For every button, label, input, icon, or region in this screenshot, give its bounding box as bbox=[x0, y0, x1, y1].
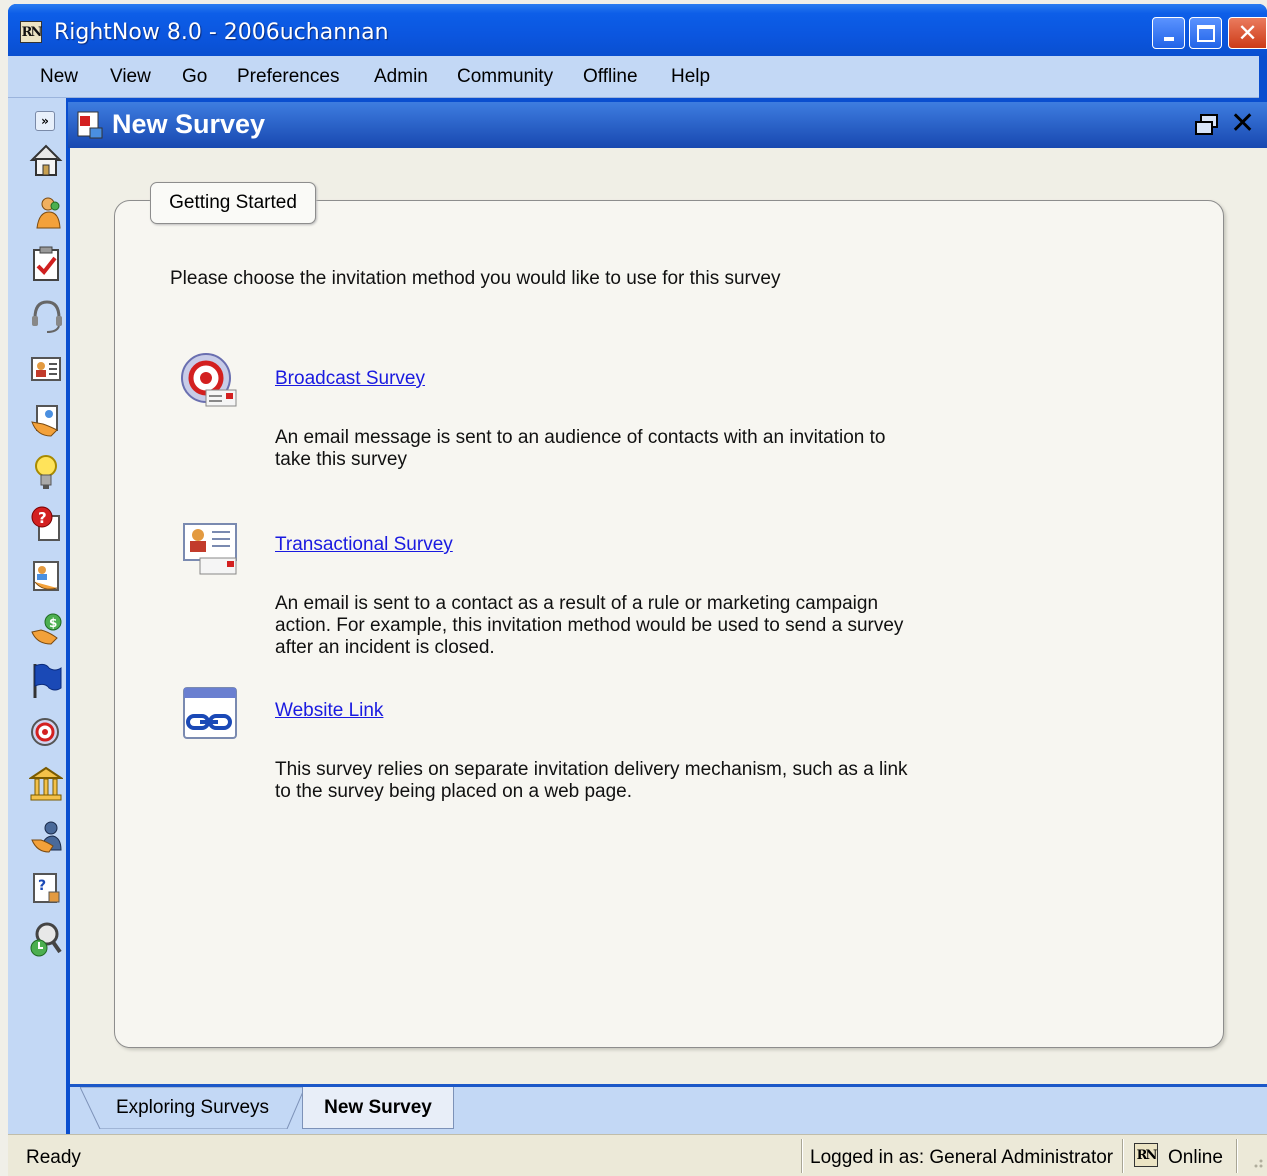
incidents-icon[interactable]: ? bbox=[29, 504, 63, 544]
transactional-survey-description: An email is sent to a contact as a resul… bbox=[275, 593, 904, 658]
contact-card-icon[interactable] bbox=[29, 348, 63, 388]
content-area: Getting Started Please choose the invita… bbox=[70, 148, 1267, 1084]
instructions-text: Please choose the invitation method you … bbox=[170, 268, 781, 289]
menu-help[interactable]: Help bbox=[671, 66, 710, 88]
broadcast-survey-icon bbox=[181, 353, 237, 407]
reports-search-icon[interactable] bbox=[29, 920, 63, 960]
sales-icon[interactable]: $ bbox=[29, 608, 63, 648]
status-separator bbox=[1122, 1139, 1124, 1173]
svg-text:$: $ bbox=[49, 616, 57, 630]
window-title: RightNow 8.0 - 2006uchannan bbox=[54, 20, 389, 45]
maximize-icon bbox=[1196, 24, 1215, 42]
home-icon[interactable] bbox=[29, 140, 63, 180]
broadcast-survey-description: An email message is sent to an audience … bbox=[275, 427, 886, 470]
maximize-button[interactable] bbox=[1189, 17, 1222, 49]
organizations-icon[interactable] bbox=[29, 556, 63, 596]
menu-bar: New View Go Preferences Admin Community … bbox=[8, 56, 1259, 98]
transactional-survey-link[interactable]: Transactional Survey bbox=[275, 534, 453, 556]
minimize-button[interactable] bbox=[1152, 17, 1185, 49]
status-login: Logged in as: General Administrator bbox=[810, 1147, 1114, 1168]
tab-new-survey[interactable]: New Survey bbox=[302, 1087, 454, 1129]
tasks-icon[interactable] bbox=[29, 244, 63, 284]
tab-exploring-surveys[interactable]: Exploring Surveys bbox=[80, 1087, 305, 1129]
panel-title: New Survey bbox=[112, 109, 266, 139]
status-online: Online bbox=[1168, 1147, 1223, 1168]
menu-admin[interactable]: Admin bbox=[374, 66, 428, 88]
surveys-icon[interactable] bbox=[29, 712, 63, 752]
agent-headset-icon[interactable] bbox=[29, 296, 63, 336]
staff-icon[interactable] bbox=[29, 816, 63, 856]
transactional-survey-icon bbox=[183, 523, 237, 575]
website-link-link[interactable]: Website Link bbox=[275, 700, 383, 722]
answers-lightbulb-icon[interactable] bbox=[29, 452, 63, 492]
online-status-icon: RN bbox=[1134, 1143, 1158, 1167]
close-window-button[interactable]: ✕ bbox=[1228, 17, 1267, 49]
website-link-description: This survey relies on separate invitatio… bbox=[275, 759, 908, 802]
navigation-sidebar: » ? $ ? bbox=[8, 98, 66, 1134]
questions-icon[interactable]: ? bbox=[29, 868, 63, 908]
bank-icon[interactable] bbox=[29, 764, 63, 804]
menu-go[interactable]: Go bbox=[182, 66, 207, 88]
website-link-icon bbox=[183, 687, 237, 739]
expand-sidebar-button[interactable]: » bbox=[35, 111, 55, 131]
status-separator bbox=[1236, 1139, 1238, 1173]
status-bar: Ready Logged in as: General Administrato… bbox=[8, 1134, 1267, 1176]
menu-offline[interactable]: Offline bbox=[583, 66, 638, 88]
opportunities-icon[interactable] bbox=[29, 400, 63, 440]
menu-new[interactable]: New bbox=[40, 66, 78, 88]
campaigns-flag-icon[interactable] bbox=[29, 660, 63, 700]
menu-view[interactable]: View bbox=[110, 66, 151, 88]
bottom-tab-strip: Exploring Surveys New Survey bbox=[70, 1084, 1267, 1134]
resize-grip-icon[interactable] bbox=[1248, 1153, 1264, 1169]
menu-community[interactable]: Community bbox=[457, 66, 553, 88]
close-panel-icon[interactable]: ✕ bbox=[1230, 106, 1255, 141]
minimize-icon bbox=[1163, 37, 1174, 41]
svg-text:?: ? bbox=[38, 509, 47, 527]
status-separator bbox=[801, 1139, 803, 1173]
broadcast-survey-link[interactable]: Broadcast Survey bbox=[275, 368, 425, 390]
menu-preferences[interactable]: Preferences bbox=[237, 66, 339, 88]
group-tab-getting-started: Getting Started bbox=[150, 182, 316, 224]
close-icon: ✕ bbox=[1237, 19, 1258, 47]
panel-header: New Survey ✕ bbox=[68, 102, 1267, 148]
title-bar[interactable]: RN RightNow 8.0 - 2006uchannan ✕ bbox=[8, 4, 1267, 56]
app-logo-icon: RN bbox=[20, 21, 42, 43]
svg-text:?: ? bbox=[38, 878, 46, 894]
status-ready: Ready bbox=[26, 1147, 81, 1168]
contacts-icon[interactable] bbox=[29, 192, 63, 232]
restore-panel-icon[interactable] bbox=[1193, 112, 1221, 138]
new-survey-icon bbox=[77, 111, 103, 139]
